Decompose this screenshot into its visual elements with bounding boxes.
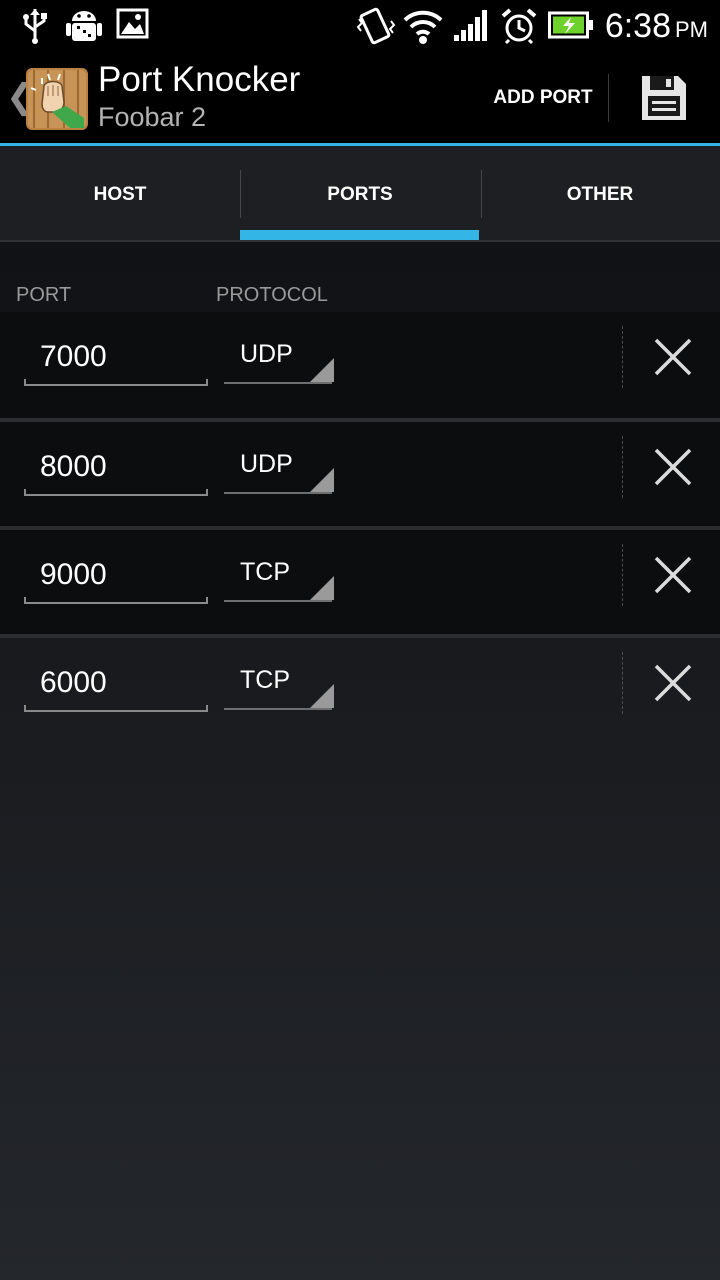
protocol-spinner[interactable]: UDP	[224, 436, 334, 494]
status-bar: 6:38 PM	[0, 0, 720, 50]
port-number-value: 6000	[40, 666, 107, 699]
protocol-spinner[interactable]: TCP	[224, 652, 334, 710]
spinner-arrow-icon	[310, 358, 334, 382]
port-number-value: 8000	[40, 450, 107, 483]
action-bar-divider	[608, 74, 609, 122]
close-icon	[654, 556, 692, 594]
protocol-value: TCP	[240, 666, 290, 694]
protocol-spinner[interactable]: TCP	[224, 544, 334, 602]
row-divider	[622, 652, 623, 714]
delete-port-button[interactable]	[640, 436, 706, 498]
image-notification-icon	[116, 7, 150, 46]
spinner-arrow-icon	[310, 468, 334, 492]
spinner-underline	[224, 382, 332, 384]
add-port-button[interactable]: ADD PORT	[480, 68, 606, 128]
close-icon	[654, 338, 692, 376]
row-divider	[622, 544, 623, 606]
selected-tab-indicator	[240, 230, 479, 240]
protocol-value: TCP	[240, 558, 290, 586]
tab-host[interactable]: HOST	[0, 146, 240, 240]
tab-other[interactable]: OTHER	[480, 146, 720, 240]
port-number-input[interactable]: 6000	[24, 652, 208, 712]
row-divider	[622, 326, 623, 388]
input-underline	[24, 597, 208, 604]
vibrate-icon	[356, 7, 396, 50]
input-underline	[24, 379, 208, 386]
port-row: 9000 TCP	[0, 530, 720, 636]
app-logo-icon[interactable]	[26, 68, 88, 130]
close-icon	[654, 448, 692, 486]
delete-port-button[interactable]	[640, 652, 706, 714]
tab-ports[interactable]: PORTS	[240, 146, 480, 240]
spinner-arrow-icon	[310, 576, 334, 600]
delete-port-button[interactable]	[640, 326, 706, 388]
protocol-value: UDP	[240, 450, 293, 478]
tab-bar: HOST PORTS OTHER	[0, 146, 720, 242]
close-icon	[654, 664, 692, 702]
port-number-input[interactable]: 7000	[24, 326, 208, 386]
protocol-column-header: PROTOCOL	[216, 284, 328, 306]
usb-icon	[20, 7, 50, 50]
port-number-input[interactable]: 9000	[24, 544, 208, 604]
port-row: 7000 UDP	[0, 312, 720, 418]
port-number-value: 7000	[40, 340, 107, 373]
protocol-value: UDP	[240, 340, 293, 368]
alarm-icon	[500, 7, 538, 50]
port-column-header: PORT	[16, 284, 72, 306]
spinner-underline	[224, 492, 332, 494]
battery-charging-icon	[548, 10, 594, 45]
port-row: 6000 TCP	[0, 638, 720, 744]
signal-icon	[452, 7, 488, 48]
action-bar: ❮ Port Knocker Foobar 2 ADD PORT	[0, 50, 720, 143]
wifi-icon	[402, 7, 444, 50]
port-row: 8000 UDP	[0, 422, 720, 528]
port-number-input[interactable]: 8000	[24, 436, 208, 496]
input-underline	[24, 705, 208, 712]
port-number-value: 9000	[40, 558, 107, 591]
android-debug-icon	[66, 7, 102, 50]
app-subtitle: Foobar 2	[98, 102, 207, 132]
status-time: 6:38 PM	[604, 7, 708, 45]
save-icon	[642, 76, 686, 120]
spinner-underline	[224, 600, 332, 602]
protocol-spinner[interactable]: UDP	[224, 326, 334, 384]
delete-port-button[interactable]	[640, 544, 706, 606]
spinner-underline	[224, 708, 332, 710]
input-underline	[24, 489, 208, 496]
app-title: Port Knocker	[98, 60, 301, 99]
row-divider	[622, 436, 623, 498]
spinner-arrow-icon	[310, 684, 334, 708]
save-button[interactable]	[620, 60, 708, 136]
